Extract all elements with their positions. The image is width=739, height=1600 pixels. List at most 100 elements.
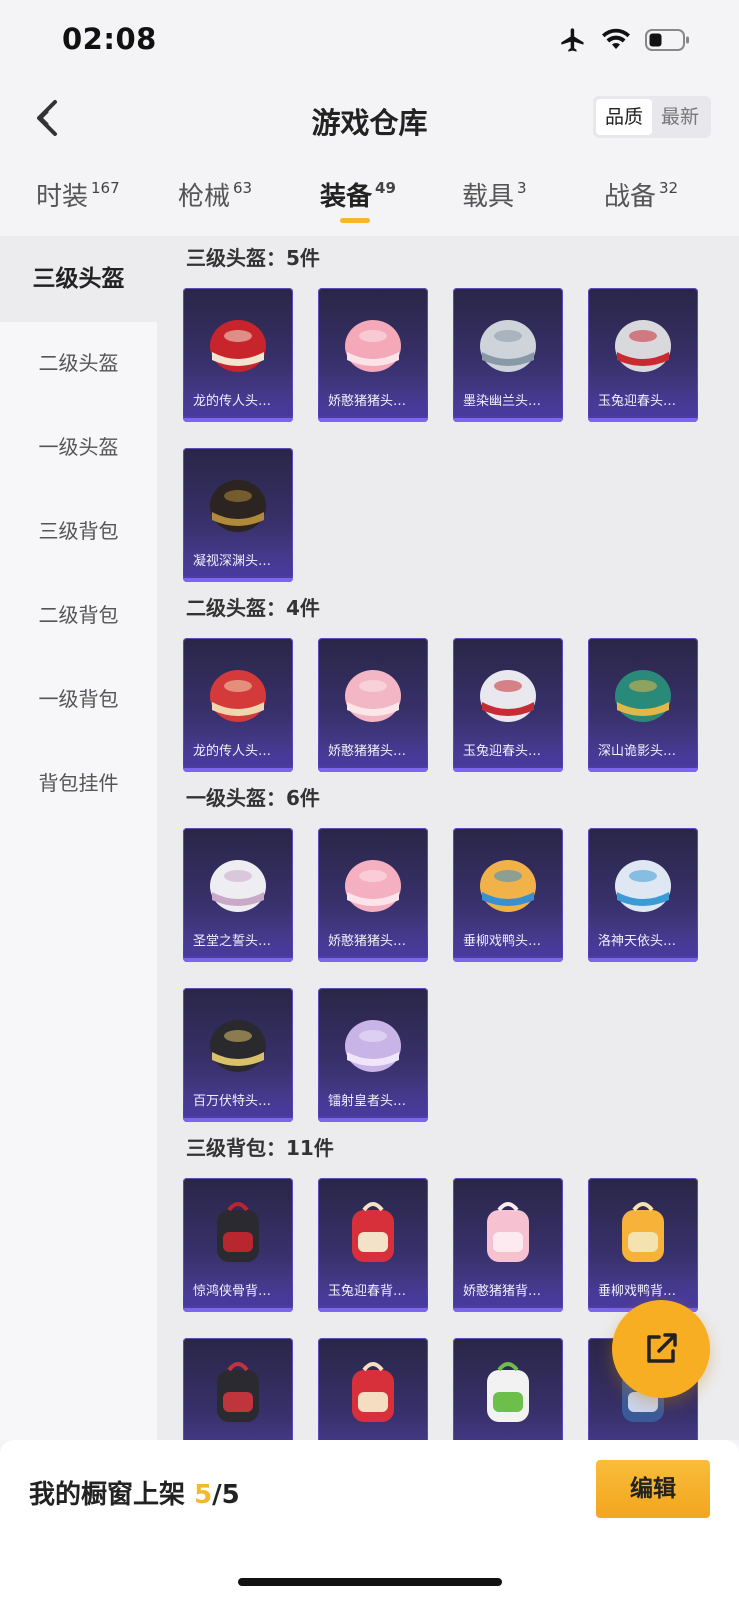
item-card[interactable]: 深山诡影头… bbox=[588, 638, 698, 772]
wifi-icon bbox=[602, 28, 630, 49]
item-card-label: 玉兔迎春背… bbox=[318, 1278, 428, 1306]
helmet-icon bbox=[480, 860, 536, 912]
item-card-label: 圣堂之誓头… bbox=[183, 928, 293, 956]
helmet-icon bbox=[210, 320, 266, 372]
item-card[interactable]: 龙的传人头… bbox=[183, 288, 293, 422]
item-card-label: 墨染幽兰头… bbox=[453, 388, 563, 416]
tab-count: 63 bbox=[233, 179, 253, 197]
sidebar-item-level1-backpack[interactable]: 一级背包 bbox=[0, 656, 157, 742]
item-card[interactable]: 娇憨猪猪头… bbox=[318, 828, 428, 962]
item-card[interactable]: 玉兔迎春头… bbox=[453, 638, 563, 772]
item-card[interactable]: 镭射皇者头… bbox=[318, 988, 428, 1122]
sidebar-item-level2-helmet[interactable]: 二级头盔 bbox=[0, 320, 157, 406]
backpack-icon bbox=[622, 1202, 664, 1262]
header: 游戏仓库 品质 最新 bbox=[0, 80, 739, 160]
home-indicator bbox=[238, 1578, 502, 1586]
item-card-label: 龙的传人头… bbox=[183, 388, 293, 416]
sort-toggle: 品质 最新 bbox=[592, 96, 711, 138]
helmet-icon bbox=[345, 320, 401, 372]
item-card[interactable]: 娇憨猪猪头… bbox=[318, 288, 428, 422]
backpack-icon bbox=[217, 1202, 259, 1262]
backpack-icon bbox=[352, 1362, 394, 1422]
item-card[interactable]: 垂柳戏鸭背… bbox=[588, 1178, 698, 1312]
item-card-label: 娇憨猪猪头… bbox=[318, 738, 428, 766]
item-card-label: 娇憨猪猪头… bbox=[318, 388, 428, 416]
status-icons bbox=[559, 26, 691, 54]
backpack-icon bbox=[217, 1362, 259, 1422]
item-card[interactable]: 玉兔迎春背… bbox=[318, 1178, 428, 1312]
item-card[interactable]: 垂柳戏鸭头… bbox=[453, 828, 563, 962]
showcase-count-current: 5 bbox=[194, 1480, 213, 1510]
section-title: 二级头盔：4件 bbox=[186, 596, 320, 620]
tab-count: 167 bbox=[91, 179, 120, 197]
item-card-label: 龙的传人头… bbox=[183, 738, 293, 766]
item-card[interactable]: 洛神天依头… bbox=[588, 828, 698, 962]
tab-label: 时装 bbox=[36, 182, 89, 212]
helmet-icon bbox=[345, 1020, 401, 1072]
helmet-icon bbox=[615, 670, 671, 722]
item-card-label: 玉兔迎春头… bbox=[453, 738, 563, 766]
sidebar-item-level3-backpack[interactable]: 三级背包 bbox=[0, 488, 157, 574]
item-card[interactable]: 墨染幽兰头… bbox=[453, 288, 563, 422]
sidebar-item-level3-helmet[interactable]: 三级头盔 bbox=[0, 236, 157, 322]
item-grid: 三级头盔：5件龙的传人头… 娇憨猪猪头… 墨染幽兰头… 玉兔迎春头… 凝视深渊头… 二级头… bbox=[157, 236, 739, 1440]
sidebar-item-backpack-pendant[interactable]: 背包挂件 bbox=[0, 740, 157, 826]
showcase-label: 我的橱窗上架 5/5 bbox=[29, 1474, 240, 1511]
item-card[interactable]: 玉兔迎春头… bbox=[588, 288, 698, 422]
status-time: 02:08 bbox=[62, 22, 157, 56]
tab-fashion[interactable]: 时装 167 bbox=[36, 176, 120, 213]
app-root: 02:08 游戏仓库 品质 最新 时装 167 枪械 63 装备 49 载具 3… bbox=[0, 0, 739, 1600]
helmet-icon bbox=[210, 480, 266, 532]
item-card-label: 深山诡影头… bbox=[588, 738, 698, 766]
item-card[interactable]: 圣堂之誓头… bbox=[183, 828, 293, 962]
tab-count: 3 bbox=[517, 179, 527, 197]
showcase-count-total: /5 bbox=[212, 1480, 240, 1510]
item-card-label: 洛神天依头… bbox=[588, 928, 698, 956]
item-card[interactable]: 娇憨猪猪头… bbox=[318, 638, 428, 772]
edit-button[interactable]: 编辑 bbox=[596, 1460, 710, 1518]
helmet-icon bbox=[480, 320, 536, 372]
tab-equipment[interactable]: 装备 49 bbox=[320, 176, 396, 213]
tab-battle-gear[interactable]: 战备 32 bbox=[604, 176, 678, 213]
tab-label: 枪械 bbox=[178, 182, 231, 212]
tab-vehicles[interactable]: 载具 3 bbox=[462, 176, 527, 213]
section-title: 三级背包：11件 bbox=[186, 1136, 334, 1160]
item-card-label: 娇憨猪猪背… bbox=[453, 1278, 563, 1306]
item-card-label: 镭射皇者头… bbox=[318, 1088, 428, 1116]
helmet-icon bbox=[210, 670, 266, 722]
backpack-icon bbox=[487, 1362, 529, 1422]
airplane-icon bbox=[561, 28, 584, 52]
item-card[interactable]: 惊鸿侠骨背… bbox=[183, 1178, 293, 1312]
section-title: 三级头盔：5件 bbox=[186, 246, 320, 270]
tab-label: 载具 bbox=[462, 182, 515, 212]
helmet-icon bbox=[210, 1020, 266, 1072]
section-title: 一级头盔：6件 bbox=[186, 786, 320, 810]
helmet-icon bbox=[345, 670, 401, 722]
item-card[interactable] bbox=[318, 1338, 428, 1440]
item-card[interactable]: 百万伏特头… bbox=[183, 988, 293, 1122]
sidebar-item-level2-backpack[interactable]: 二级背包 bbox=[0, 572, 157, 658]
sidebar-item-level1-helmet[interactable]: 一级头盔 bbox=[0, 404, 157, 490]
item-card-label: 垂柳戏鸭背… bbox=[588, 1278, 698, 1306]
share-button[interactable] bbox=[612, 1300, 710, 1398]
item-card-label: 百万伏特头… bbox=[183, 1088, 293, 1116]
category-tabs: 时装 167 枪械 63 装备 49 载具 3 战备 32 bbox=[0, 160, 739, 236]
tab-label: 装备 bbox=[320, 182, 373, 212]
item-card-label: 玉兔迎春头… bbox=[588, 388, 698, 416]
item-card-label: 垂柳戏鸭头… bbox=[453, 928, 563, 956]
item-card[interactable] bbox=[453, 1338, 563, 1440]
sort-option-newest[interactable]: 最新 bbox=[652, 99, 708, 135]
showcase-bar: 我的橱窗上架 5/5 编辑 bbox=[0, 1440, 739, 1600]
showcase-label-text: 我的橱窗上架 bbox=[29, 1480, 186, 1510]
item-card[interactable]: 凝视深渊头… bbox=[183, 448, 293, 582]
backpack-icon bbox=[352, 1202, 394, 1262]
sort-option-quality[interactable]: 品质 bbox=[595, 99, 652, 135]
item-card[interactable]: 龙的传人头… bbox=[183, 638, 293, 772]
item-card[interactable] bbox=[183, 1338, 293, 1440]
active-tab-indicator bbox=[340, 218, 370, 223]
tab-label: 战备 bbox=[604, 182, 657, 212]
tab-weapons[interactable]: 枪械 63 bbox=[178, 176, 252, 213]
item-card[interactable]: 娇憨猪猪背… bbox=[453, 1178, 563, 1312]
item-card-label: 娇憨猪猪头… bbox=[318, 928, 428, 956]
helmet-icon bbox=[210, 860, 266, 912]
